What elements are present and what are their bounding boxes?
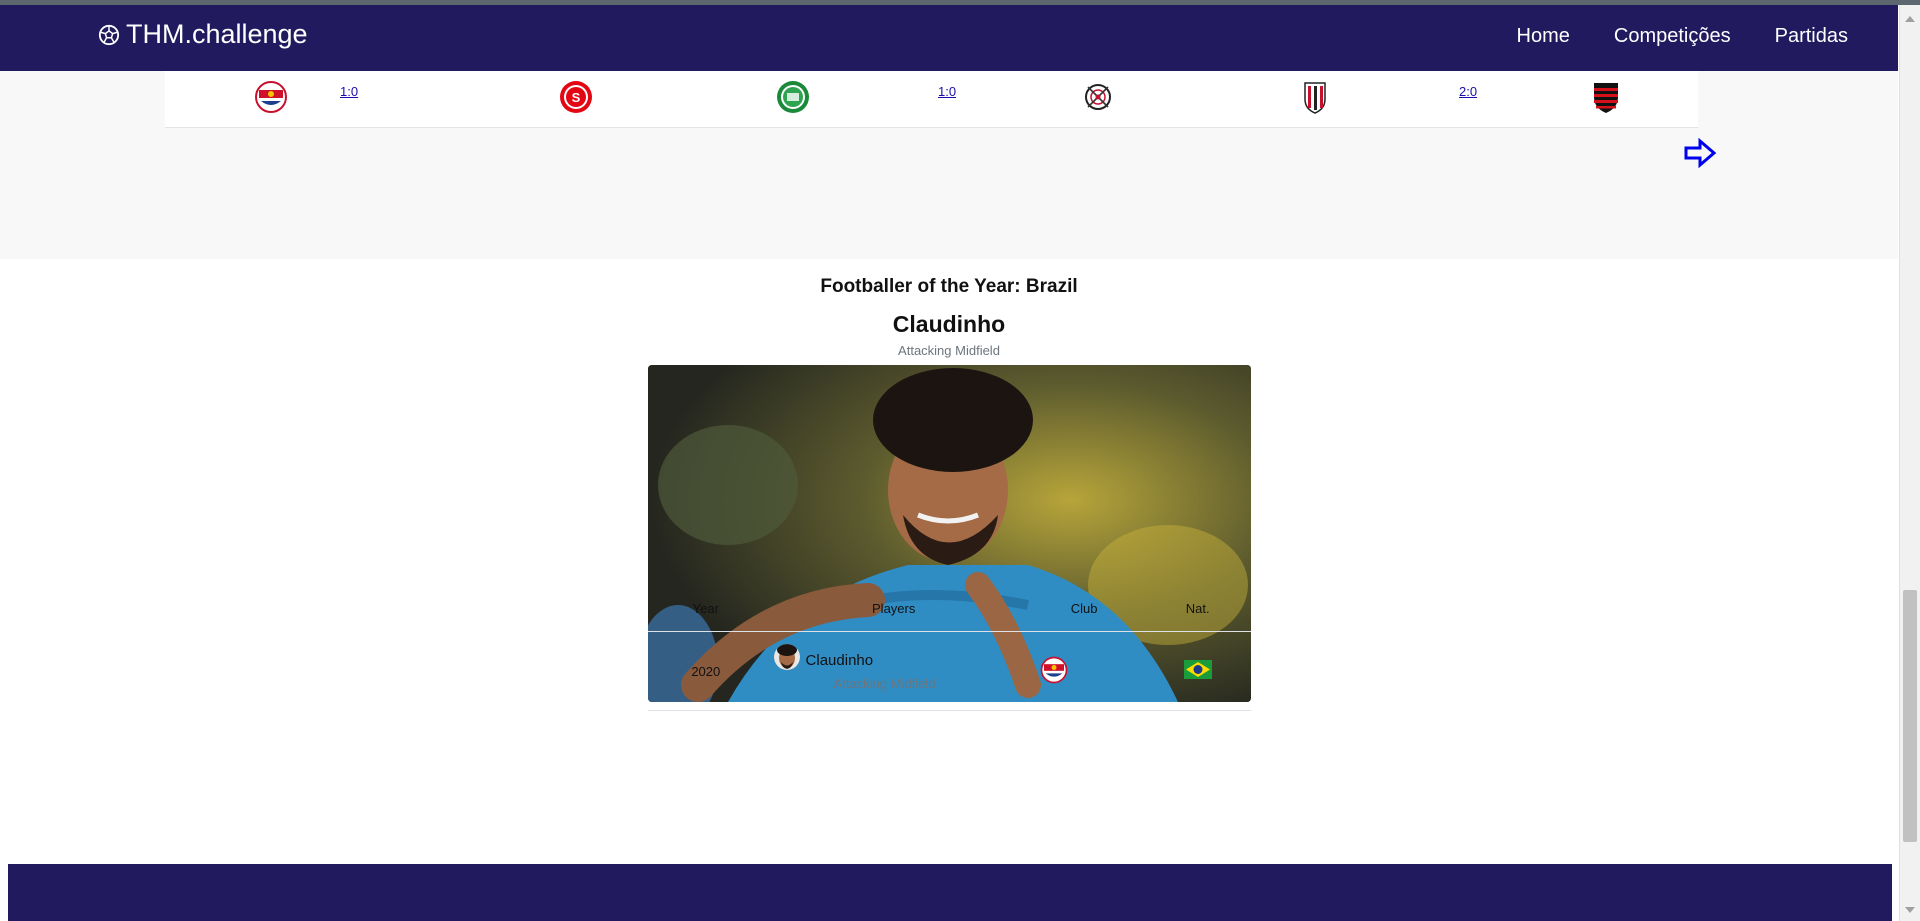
arrow-right-icon[interactable] [1683, 136, 1717, 170]
nat-cell [1144, 631, 1251, 711]
header-nat: Nat. [1144, 585, 1251, 632]
red-bull-bragantino-crest-icon[interactable] [1039, 655, 1069, 685]
player-position-cell: Attacking Midfield [833, 676, 936, 691]
corinthians-crest-icon[interactable] [1080, 79, 1116, 115]
brand-name: THM.challenge [126, 19, 308, 49]
club-cell [1023, 631, 1145, 711]
scroll-up-arrow-icon[interactable] [1905, 16, 1915, 22]
avatar [773, 644, 800, 670]
header-year: Year [648, 585, 764, 632]
section-title: Footballer of the Year: Brazil [820, 276, 1078, 297]
soccer-ball-icon [98, 24, 120, 45]
internacional-crest-icon[interactable]: S [558, 79, 594, 115]
nav-competicoes[interactable]: Competições [1614, 25, 1731, 48]
scroll-thumb[interactable] [1903, 590, 1917, 842]
matches-row: 1:0 S 1:0 2:0 [165, 71, 1698, 128]
brand-link[interactable]: THM.challenge [98, 19, 308, 50]
atletico-goianiense-crest-icon[interactable] [1297, 79, 1333, 115]
header-players: Players [763, 585, 1024, 632]
main-nav: Home Competições Partidas [1517, 25, 1848, 48]
nav-partidas[interactable]: Partidas [1775, 25, 1848, 48]
match-score[interactable]: 1:0 [340, 84, 358, 99]
flamengo-crest-icon[interactable] [1588, 79, 1624, 115]
footer [8, 864, 1892, 921]
year-cell: 2020 [648, 631, 764, 711]
nav-home[interactable]: Home [1517, 25, 1570, 48]
header-club: Club [1023, 585, 1145, 632]
navbar: THM.challenge Home Competições Partidas [0, 5, 1898, 71]
scroll-down-arrow-icon[interactable] [1905, 907, 1915, 913]
table-header-row: Year Players Club Nat. [648, 585, 1251, 632]
player-cell[interactable]: Claudinho Attacking Midfield [763, 631, 1024, 711]
brazil-flag-icon [1183, 660, 1212, 679]
player-name: Claudinho [892, 311, 1006, 337]
player-name-cell[interactable]: Claudinho [806, 652, 874, 669]
table-row: 2020 Claudinho Attacking Midfield [648, 631, 1251, 711]
winners-table: Year Players Club Nat. 2020 Claudinho At… [648, 585, 1251, 711]
scrollbar[interactable] [1899, 5, 1920, 921]
player-position: Attacking Midfield [898, 343, 1000, 358]
match-score[interactable]: 1:0 [938, 84, 956, 99]
juventude-crest-icon[interactable] [775, 79, 811, 115]
svg-text:S: S [572, 90, 581, 105]
red-bull-bragantino-crest-icon[interactable] [253, 79, 289, 115]
match-score[interactable]: 2:0 [1459, 84, 1477, 99]
matches-section: 1:0 S 1:0 2:0 [0, 71, 1898, 259]
